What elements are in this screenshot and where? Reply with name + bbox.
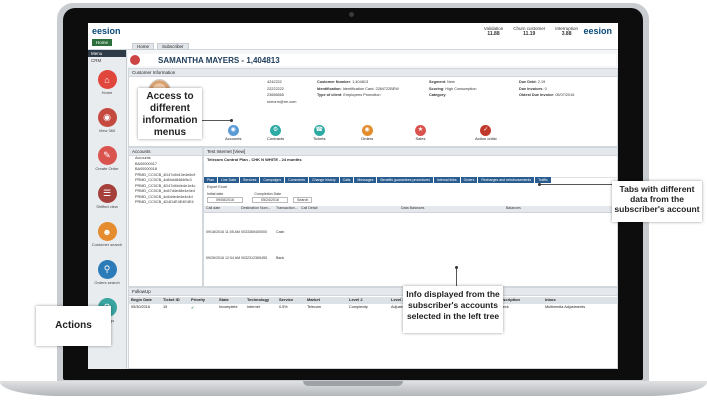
cluster-tickets[interactable]: ☎ Tickets bbox=[313, 125, 326, 141]
detail-title: Test Internet [View] bbox=[204, 148, 617, 156]
stat-churn: Churn customer 11.19 bbox=[513, 26, 546, 37]
cluster-contracts[interactable]: ⚙ Contracts bbox=[267, 125, 284, 141]
plan-name: Telecom Control Plan - CHK N WHITE - 24 … bbox=[207, 157, 302, 162]
date-inputs: 09/08/2016 05/24/2016 Search bbox=[204, 197, 618, 203]
app-screen: eesion eesion Home Home Subscriber Valid… bbox=[88, 23, 618, 369]
date-filters: Initial date Completion Date bbox=[207, 192, 282, 196]
cluster-accounts[interactable]: ◉ Accounts bbox=[225, 125, 241, 141]
tree-item[interactable]: PRMD_CC0CB_4d84d48484f6c3 bbox=[129, 178, 202, 184]
calls-header: Call date Destination Num... Transaction… bbox=[204, 206, 617, 213]
tab-messages[interactable]: Messages bbox=[354, 177, 377, 183]
detail-tabs: Plan Line Data Services Campaigns Commen… bbox=[204, 177, 551, 183]
home-tab[interactable]: Home bbox=[92, 39, 113, 46]
section-title: Customer Information bbox=[129, 69, 617, 77]
tab-orders[interactable]: Orders bbox=[460, 177, 478, 183]
contracts-icon: ⚙ bbox=[270, 125, 282, 136]
customer-name: SAMANTHA MAYERS - 1,404813 bbox=[158, 56, 280, 65]
crumb-subscriber[interactable]: Subscriber bbox=[157, 43, 189, 50]
tree-item[interactable]: PRMD_CC0CB_4D4D4E4E4E4E4 bbox=[129, 200, 202, 206]
tab-line-data[interactable]: Line Data bbox=[218, 177, 239, 183]
app-logo-right: eesion bbox=[583, 26, 612, 36]
segment-fields: Segment: New Scoring: High Consumption C… bbox=[429, 80, 477, 97]
action-onlist-icon: ✓ bbox=[480, 125, 492, 136]
callout-tabs: Tabs with different data from the subscr… bbox=[612, 181, 702, 222]
tab-change-history[interactable]: Change history bbox=[309, 177, 339, 183]
sales-icon: ★ bbox=[415, 125, 426, 136]
menu-item-customer-search[interactable]: ☻ Customer search bbox=[88, 222, 126, 247]
stat-interruption: Interruption 3.88 bbox=[555, 26, 578, 37]
initial-date-input[interactable]: 09/08/2016 bbox=[207, 197, 243, 203]
menu-title: Menu bbox=[88, 50, 126, 57]
customer-search-icon: ☻ bbox=[97, 222, 117, 241]
table-row[interactable]: 09/18/2016 11:05 AM 0033365400000 Cash bbox=[204, 230, 617, 234]
header-stats: Validation 11.88 Churn customer 11.19 Inte… bbox=[484, 26, 578, 37]
menu-item-view-360[interactable]: ◉ View 360 bbox=[88, 108, 126, 133]
callout-tabs-arrow bbox=[540, 184, 612, 185]
camera-dot bbox=[349, 12, 354, 17]
tab-recharges[interactable]: Recharges and reimbursements bbox=[478, 177, 535, 183]
account-detail-panel: Test Internet [View] Telecom Control Pla… bbox=[203, 147, 618, 287]
table-row[interactable]: 09/26/2016 12:04 AM 0032312365455 Bank bbox=[204, 256, 617, 260]
tab-benefits[interactable]: Benefits guarantees procedures bbox=[377, 177, 433, 183]
tab-comments[interactable]: Comments bbox=[285, 177, 309, 183]
customer-badge-icon bbox=[130, 55, 140, 65]
create-order-icon: ✎ bbox=[97, 146, 117, 165]
app-logo: eesion bbox=[92, 26, 121, 36]
top-bar: eesion eesion Home Home Subscriber Valid… bbox=[88, 23, 618, 50]
tickets-icon: ☎ bbox=[313, 125, 325, 136]
export-button[interactable]: Export Excel bbox=[204, 185, 618, 189]
callout-info: Info displayed from the subscriber's acc… bbox=[403, 286, 503, 333]
menu-item-shifted-view[interactable]: ☰ Shifted view bbox=[88, 184, 126, 209]
cluster-sales[interactable]: ★ Sales bbox=[415, 125, 426, 141]
followup-panel: FollowUp Begin Date Ticket ID Priority S… bbox=[128, 287, 618, 369]
search-button[interactable]: Search bbox=[293, 197, 313, 203]
completion-date-input[interactable]: 05/24/2016 bbox=[252, 197, 288, 203]
orders-search-icon: ⚲ bbox=[97, 260, 117, 279]
callout-menus: Access to different information menus bbox=[138, 88, 202, 139]
callout-tabs-dot bbox=[538, 183, 541, 186]
tab-internal-links[interactable]: Internal links bbox=[433, 177, 460, 183]
callout-menus-arrow bbox=[202, 120, 232, 121]
menu-item-create-order[interactable]: ✎ Create Order bbox=[88, 146, 126, 171]
orders-icon: ◉ bbox=[361, 125, 373, 136]
tab-plan[interactable]: Plan bbox=[204, 177, 218, 183]
tab-campaigns[interactable]: Campaigns bbox=[260, 177, 285, 183]
menu-item-orders-search[interactable]: ⚲ Orders search bbox=[88, 260, 126, 285]
accounts-tree: Accounts Accounts BA00000017 BA00000018 … bbox=[128, 147, 203, 287]
callout-actions: Actions bbox=[36, 306, 111, 346]
callout-info-dot bbox=[455, 266, 458, 269]
breadcrumb: Home Subscriber bbox=[132, 43, 189, 50]
plan-meta bbox=[204, 163, 617, 178]
accounts-title: Accounts bbox=[129, 148, 202, 156]
debt-fields: Due Debt: 2.19 Due Invoices: 0 Oldest Du… bbox=[519, 80, 575, 97]
tree-item[interactable]: PRMD_CC0CB_4d47d4e48e4e4e4 bbox=[129, 189, 202, 195]
accounts-icon: ◉ bbox=[227, 125, 239, 136]
customer-name-bar: SAMANTHA MAYERS - 1,404813 bbox=[128, 54, 616, 66]
followup-title: FollowUp bbox=[129, 288, 617, 296]
cluster-orders[interactable]: ◉ Orders bbox=[361, 125, 373, 141]
shifted-view-icon: ☰ bbox=[97, 184, 117, 203]
callout-info-arrow bbox=[456, 268, 457, 286]
home-icon: ⌂ bbox=[97, 70, 117, 89]
menu-section: CRM bbox=[91, 58, 102, 63]
customer-fields: Customer Number: 1,404813 Identification… bbox=[317, 80, 399, 97]
laptop-notch bbox=[303, 381, 403, 386]
tab-traffic[interactable]: Traffic bbox=[535, 177, 551, 183]
cluster-action-onlist[interactable]: ✓ Action onlist bbox=[475, 125, 497, 141]
menu-item-home[interactable]: ⌂ Home bbox=[88, 70, 126, 95]
stat-validation: Validation 11.88 bbox=[483, 26, 504, 37]
view-360-icon: ◉ bbox=[97, 108, 117, 127]
crumb-home[interactable]: Home bbox=[132, 43, 155, 50]
tab-services[interactable]: Services bbox=[240, 177, 260, 183]
callout-menus-dot bbox=[230, 119, 233, 122]
followup-header: Begin Date Ticket ID Priority State Tech… bbox=[129, 297, 617, 304]
tab-calls[interactable]: Calls bbox=[339, 177, 354, 183]
table-row[interactable]: 05/30/2016 15 ✔ Incomplete Internet 0.5%… bbox=[129, 305, 617, 311]
contact-fields: 4242222 22222222 23656565 smrorm@rm.com bbox=[267, 80, 297, 104]
